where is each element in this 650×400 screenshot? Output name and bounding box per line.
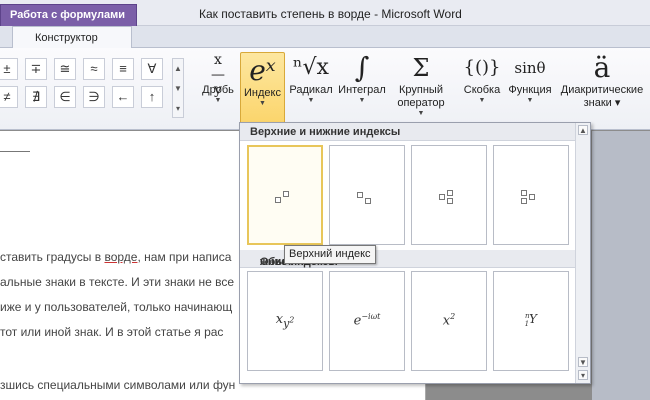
radical-icon: ⁿ√x bbox=[293, 55, 329, 80]
accent-icon: ä bbox=[593, 51, 611, 84]
more-icon[interactable]: ▾ bbox=[578, 370, 588, 380]
document-line: ставить градусы в ворде, нам при написа bbox=[0, 250, 232, 264]
superscript-template[interactable] bbox=[247, 145, 323, 245]
fraction-icon: x — y bbox=[211, 52, 225, 98]
symbol-element-of[interactable]: ∈ bbox=[54, 86, 76, 108]
tab-constructor[interactable]: Конструктор bbox=[12, 26, 132, 49]
common-index-e-iwt[interactable]: e−iωt bbox=[329, 271, 405, 371]
dropdown-arrow-icon: ▼ bbox=[259, 100, 266, 107]
right-workspace bbox=[592, 131, 650, 400]
ribbon-tab-row: Конструктор bbox=[0, 26, 650, 49]
formula-preview: x2 bbox=[442, 312, 456, 329]
radical-button[interactable]: ⁿ√x Радикал ▼ bbox=[288, 50, 334, 120]
symbol-contains[interactable]: ∋ bbox=[83, 86, 105, 108]
sub-superscript-preview-icon bbox=[439, 190, 459, 204]
common-index-x-y2[interactable]: xy2 bbox=[247, 271, 323, 371]
superscript-preview-icon bbox=[275, 191, 295, 205]
common-index-n1-y[interactable]: n1Y bbox=[493, 271, 569, 371]
dropdown-arrow-icon: ▼ bbox=[214, 97, 222, 104]
formula-preview: xy2 bbox=[275, 312, 295, 330]
symbol-for-all[interactable]: ∀ bbox=[141, 58, 163, 80]
left-sub-superscript-preview-icon bbox=[521, 190, 541, 204]
ribbon: ± ∓ ≅ ≈ ≡ ∀ ≠ ∄ ∈ ∋ ← ↑ ▲ ▼ ▾ x — y Дробь … bbox=[0, 48, 650, 130]
fraction-label: Дробь bbox=[202, 84, 234, 96]
symbol-minus-plus[interactable]: ∓ bbox=[25, 58, 47, 80]
page-margin-mark bbox=[0, 151, 30, 152]
tooltip-superscript: Верхний индекс bbox=[284, 245, 376, 264]
index-label: Индекс bbox=[244, 87, 281, 99]
document-line: зшись специальными символами или фун bbox=[0, 378, 236, 392]
integral-icon: ∫ bbox=[354, 51, 370, 84]
symbol-left-arrow[interactable]: ← bbox=[112, 86, 134, 108]
subscript-template[interactable] bbox=[329, 145, 405, 245]
superscript-icon: eˣ bbox=[249, 54, 276, 87]
document-line: иже и у пользователей, только начинающ bbox=[0, 300, 233, 314]
common-index-x-squared[interactable]: x2 bbox=[411, 271, 487, 371]
dropdown-arrow-icon: ▼ bbox=[358, 97, 366, 104]
summation-icon: Σ bbox=[412, 54, 430, 82]
scroll-up-icon[interactable]: ▲ bbox=[578, 125, 588, 135]
gallery-section-header: Верхние и нижние индексы bbox=[240, 123, 590, 141]
scroll-down-icon[interactable]: ▼ bbox=[173, 79, 183, 99]
tab-constructor-label: Конструктор bbox=[35, 32, 98, 44]
large-operator-label-2: оператор bbox=[397, 97, 445, 109]
dropdown-arrow-icon: ▼ bbox=[526, 97, 534, 104]
symbol-plus-minus[interactable]: ± bbox=[0, 58, 18, 80]
fraction-button[interactable]: x — y Дробь ▼ bbox=[196, 50, 240, 120]
integral-button[interactable]: ∫ Интеграл ▼ bbox=[336, 50, 388, 120]
function-icon: sinθ bbox=[514, 59, 546, 77]
radical-label: Радикал bbox=[289, 84, 333, 96]
subscript-preview-icon bbox=[357, 190, 377, 204]
dropdown-arrow-icon: ▼ bbox=[417, 110, 425, 117]
formula-preview: e−iωt bbox=[353, 312, 381, 329]
section-title-sub-superscript: Верхние и нижние индексы bbox=[250, 126, 401, 138]
symbol-identical[interactable]: ≡ bbox=[112, 58, 134, 80]
title-bar: Работа с формулами Как поставить степень… bbox=[0, 0, 650, 26]
dropdown-arrow-icon: ▼ bbox=[478, 97, 486, 104]
accent-label-2: знаки ▾ bbox=[583, 97, 621, 109]
function-button[interactable]: sinθ Функция ▼ bbox=[504, 50, 556, 120]
scroll-down-icon[interactable]: ▼ bbox=[578, 357, 588, 367]
document-line: альные знаки в тексте. И эти знаки не вс… bbox=[0, 275, 235, 289]
accent-button[interactable]: ä Диакритические знаки ▾ bbox=[556, 50, 648, 120]
bracket-button[interactable]: {()} Скобка ▼ bbox=[458, 50, 506, 120]
expand-gallery-icon[interactable]: ▾ bbox=[173, 99, 183, 119]
scroll-up-icon[interactable]: ▲ bbox=[173, 59, 183, 79]
bracket-label: Скобка bbox=[463, 84, 501, 96]
symbol-congruent[interactable]: ≅ bbox=[54, 58, 76, 80]
contextual-tab-equation-tools[interactable]: Работа с формулами bbox=[0, 4, 137, 26]
document-line: тот или иной знак. И в этой статье я рас bbox=[0, 325, 224, 339]
symbol-not-equal[interactable]: ≠ bbox=[0, 86, 18, 108]
bracket-icon: {()} bbox=[463, 57, 501, 78]
function-label: Функция bbox=[508, 84, 552, 96]
large-operator-label: Крупный bbox=[399, 84, 443, 96]
symbol-approx[interactable]: ≈ bbox=[83, 58, 105, 80]
symbol-gallery-scroll[interactable]: ▲ ▼ ▾ bbox=[172, 58, 184, 118]
contextual-tab-label: Работа с формулами bbox=[10, 9, 126, 21]
index-button[interactable]: eˣ Индекс ▼ bbox=[240, 52, 285, 124]
symbol-not-exists[interactable]: ∄ bbox=[25, 86, 47, 108]
sub-superscript-template[interactable] bbox=[411, 145, 487, 245]
dropdown-arrow-icon: ▼ bbox=[307, 97, 315, 104]
window-title: Как поставить степень в ворде - Microsof… bbox=[199, 7, 462, 21]
large-operator-button[interactable]: Σ Крупный оператор ▼ bbox=[392, 50, 450, 120]
left-sub-superscript-template[interactable] bbox=[493, 145, 569, 245]
accent-label: Диакритические bbox=[560, 84, 644, 96]
formula-preview: n1Y bbox=[524, 312, 537, 329]
gallery-scrollbar[interactable]: ▲ ▼ ▾ bbox=[575, 123, 590, 383]
spelling-marked-word: ворде bbox=[104, 250, 138, 264]
integral-label: Интеграл bbox=[338, 84, 386, 96]
symbol-up-arrow[interactable]: ↑ bbox=[141, 86, 163, 108]
